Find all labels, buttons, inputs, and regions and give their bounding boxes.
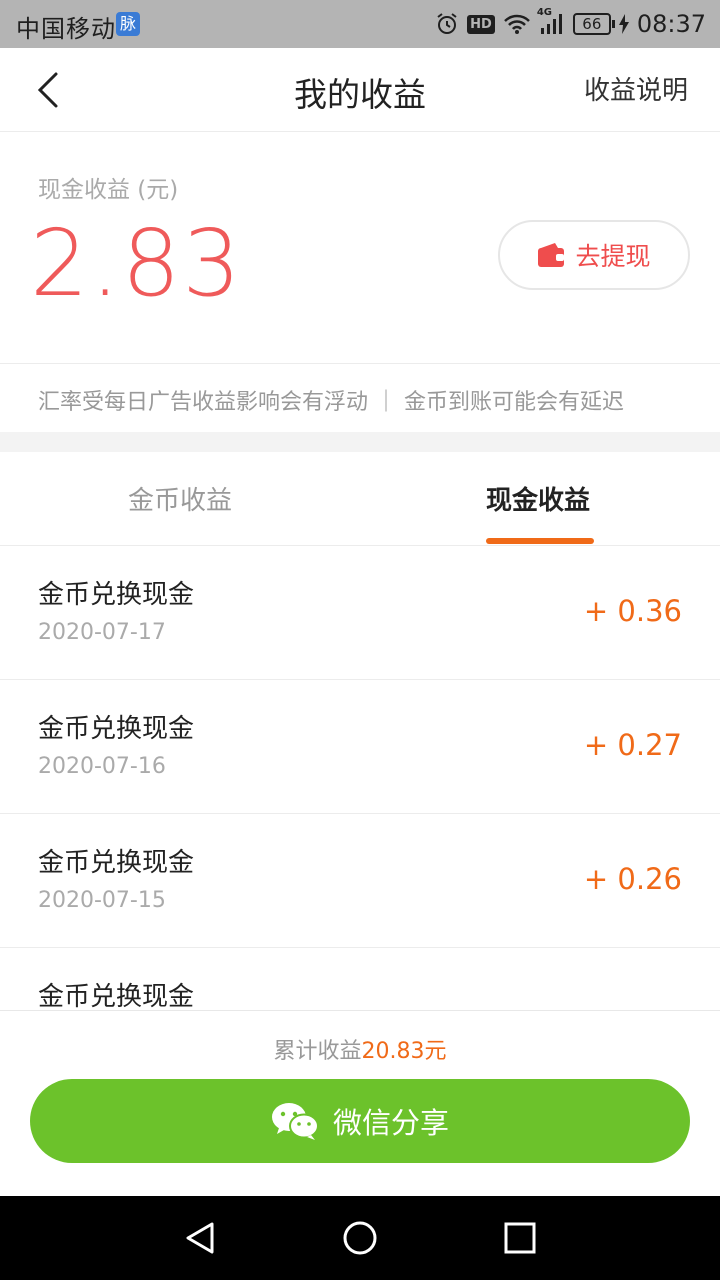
balance-amount: 2.83 — [30, 210, 243, 317]
wallet-icon — [538, 243, 565, 267]
withdraw-button[interactable]: 去提现 — [498, 220, 690, 290]
total-earnings-label: 累计收益 — [273, 1039, 362, 1064]
notice-bar: 汇率受每日广告收益影响会有浮动 ｜ 金币到账可能会有延迟 — [0, 364, 720, 432]
clock: 08:37 — [636, 10, 706, 38]
wechat-share-button[interactable]: 微信分享 — [30, 1079, 690, 1163]
hd-label: HD — [467, 14, 495, 34]
record-title: 金币兑换现金 — [38, 982, 195, 1010]
wifi-icon — [503, 13, 531, 35]
active-tab-indicator — [486, 538, 594, 544]
total-earnings-value: 20.83元 — [361, 1039, 447, 1064]
withdraw-label: 去提现 — [575, 242, 651, 271]
hd-icon: HD — [467, 14, 495, 34]
status-icons: HD 4G 66 08:37 — [435, 7, 706, 40]
footer-panel: 累计收益20.83元 微信分享 — [0, 1010, 720, 1196]
circle-home-icon — [343, 1221, 377, 1255]
alarm-icon — [435, 12, 459, 36]
earnings-tabs: 金币收益 现金收益 — [0, 452, 720, 546]
tab-coin-earnings[interactable]: 金币收益 — [128, 480, 232, 517]
record-date: 2020-07-15 — [38, 888, 166, 913]
carrier-badge: 脉 — [116, 12, 140, 36]
record-amount: + 0.36 — [583, 594, 682, 628]
battery-icon: 66 — [572, 13, 615, 35]
balance-card: 现金收益 (元) 2.83 去提现 — [0, 132, 720, 364]
list-item: 金币兑换现金 2020-07-17 + 0.36 — [0, 546, 720, 680]
record-title: 金币兑换现金 — [38, 848, 195, 878]
total-earnings: 累计收益20.83元 — [0, 1033, 720, 1065]
signal-icon: 4G — [537, 7, 565, 35]
list-item: 金币兑换现金 2020-07-15 + 0.26 — [0, 814, 720, 948]
wechat-icon — [271, 1103, 319, 1140]
record-date: 2020-07-17 — [38, 620, 166, 645]
network-type: 4G — [536, 7, 552, 18]
earnings-explanation-link[interactable]: 收益说明 — [584, 70, 688, 107]
record-date: 2020-07-16 — [38, 754, 166, 779]
balance-label: 现金收益 (元) — [38, 177, 179, 203]
earnings-page: 中国移动 脉 HD 4G 66 08:37 我的收益 收益说明 现金收益 (元)… — [0, 0, 720, 1280]
list-item: 金币兑换现金 — [0, 948, 720, 1010]
nav-back-button[interactable] — [178, 1216, 222, 1260]
section-divider — [0, 432, 720, 452]
app-header: 我的收益 收益说明 — [0, 48, 720, 132]
earnings-list[interactable]: 金币兑换现金 2020-07-17 + 0.36 金币兑换现金 2020-07-… — [0, 546, 720, 1010]
list-item: 金币兑换现金 2020-07-16 + 0.27 — [0, 680, 720, 814]
nav-home-button[interactable] — [338, 1216, 382, 1260]
record-title: 金币兑换现金 — [38, 580, 195, 610]
status-bar: 中国移动 脉 HD 4G 66 08:37 — [0, 0, 720, 48]
record-amount: + 0.27 — [583, 728, 682, 762]
triangle-back-icon — [186, 1222, 214, 1254]
charging-icon — [618, 14, 629, 34]
wechat-share-label: 微信分享 — [332, 1106, 449, 1140]
carrier-name: 中国移动 — [16, 15, 116, 43]
record-title: 金币兑换现金 — [38, 714, 195, 744]
square-recents-icon — [504, 1222, 536, 1254]
record-amount: + 0.26 — [583, 862, 682, 896]
nav-recents-button[interactable] — [498, 1216, 542, 1260]
notice-text: 汇率受每日广告收益影响会有浮动 ｜ 金币到账可能会有延迟 — [38, 390, 624, 415]
system-nav-bar — [0, 1196, 720, 1280]
tab-cash-earnings[interactable]: 现金收益 — [486, 480, 590, 517]
